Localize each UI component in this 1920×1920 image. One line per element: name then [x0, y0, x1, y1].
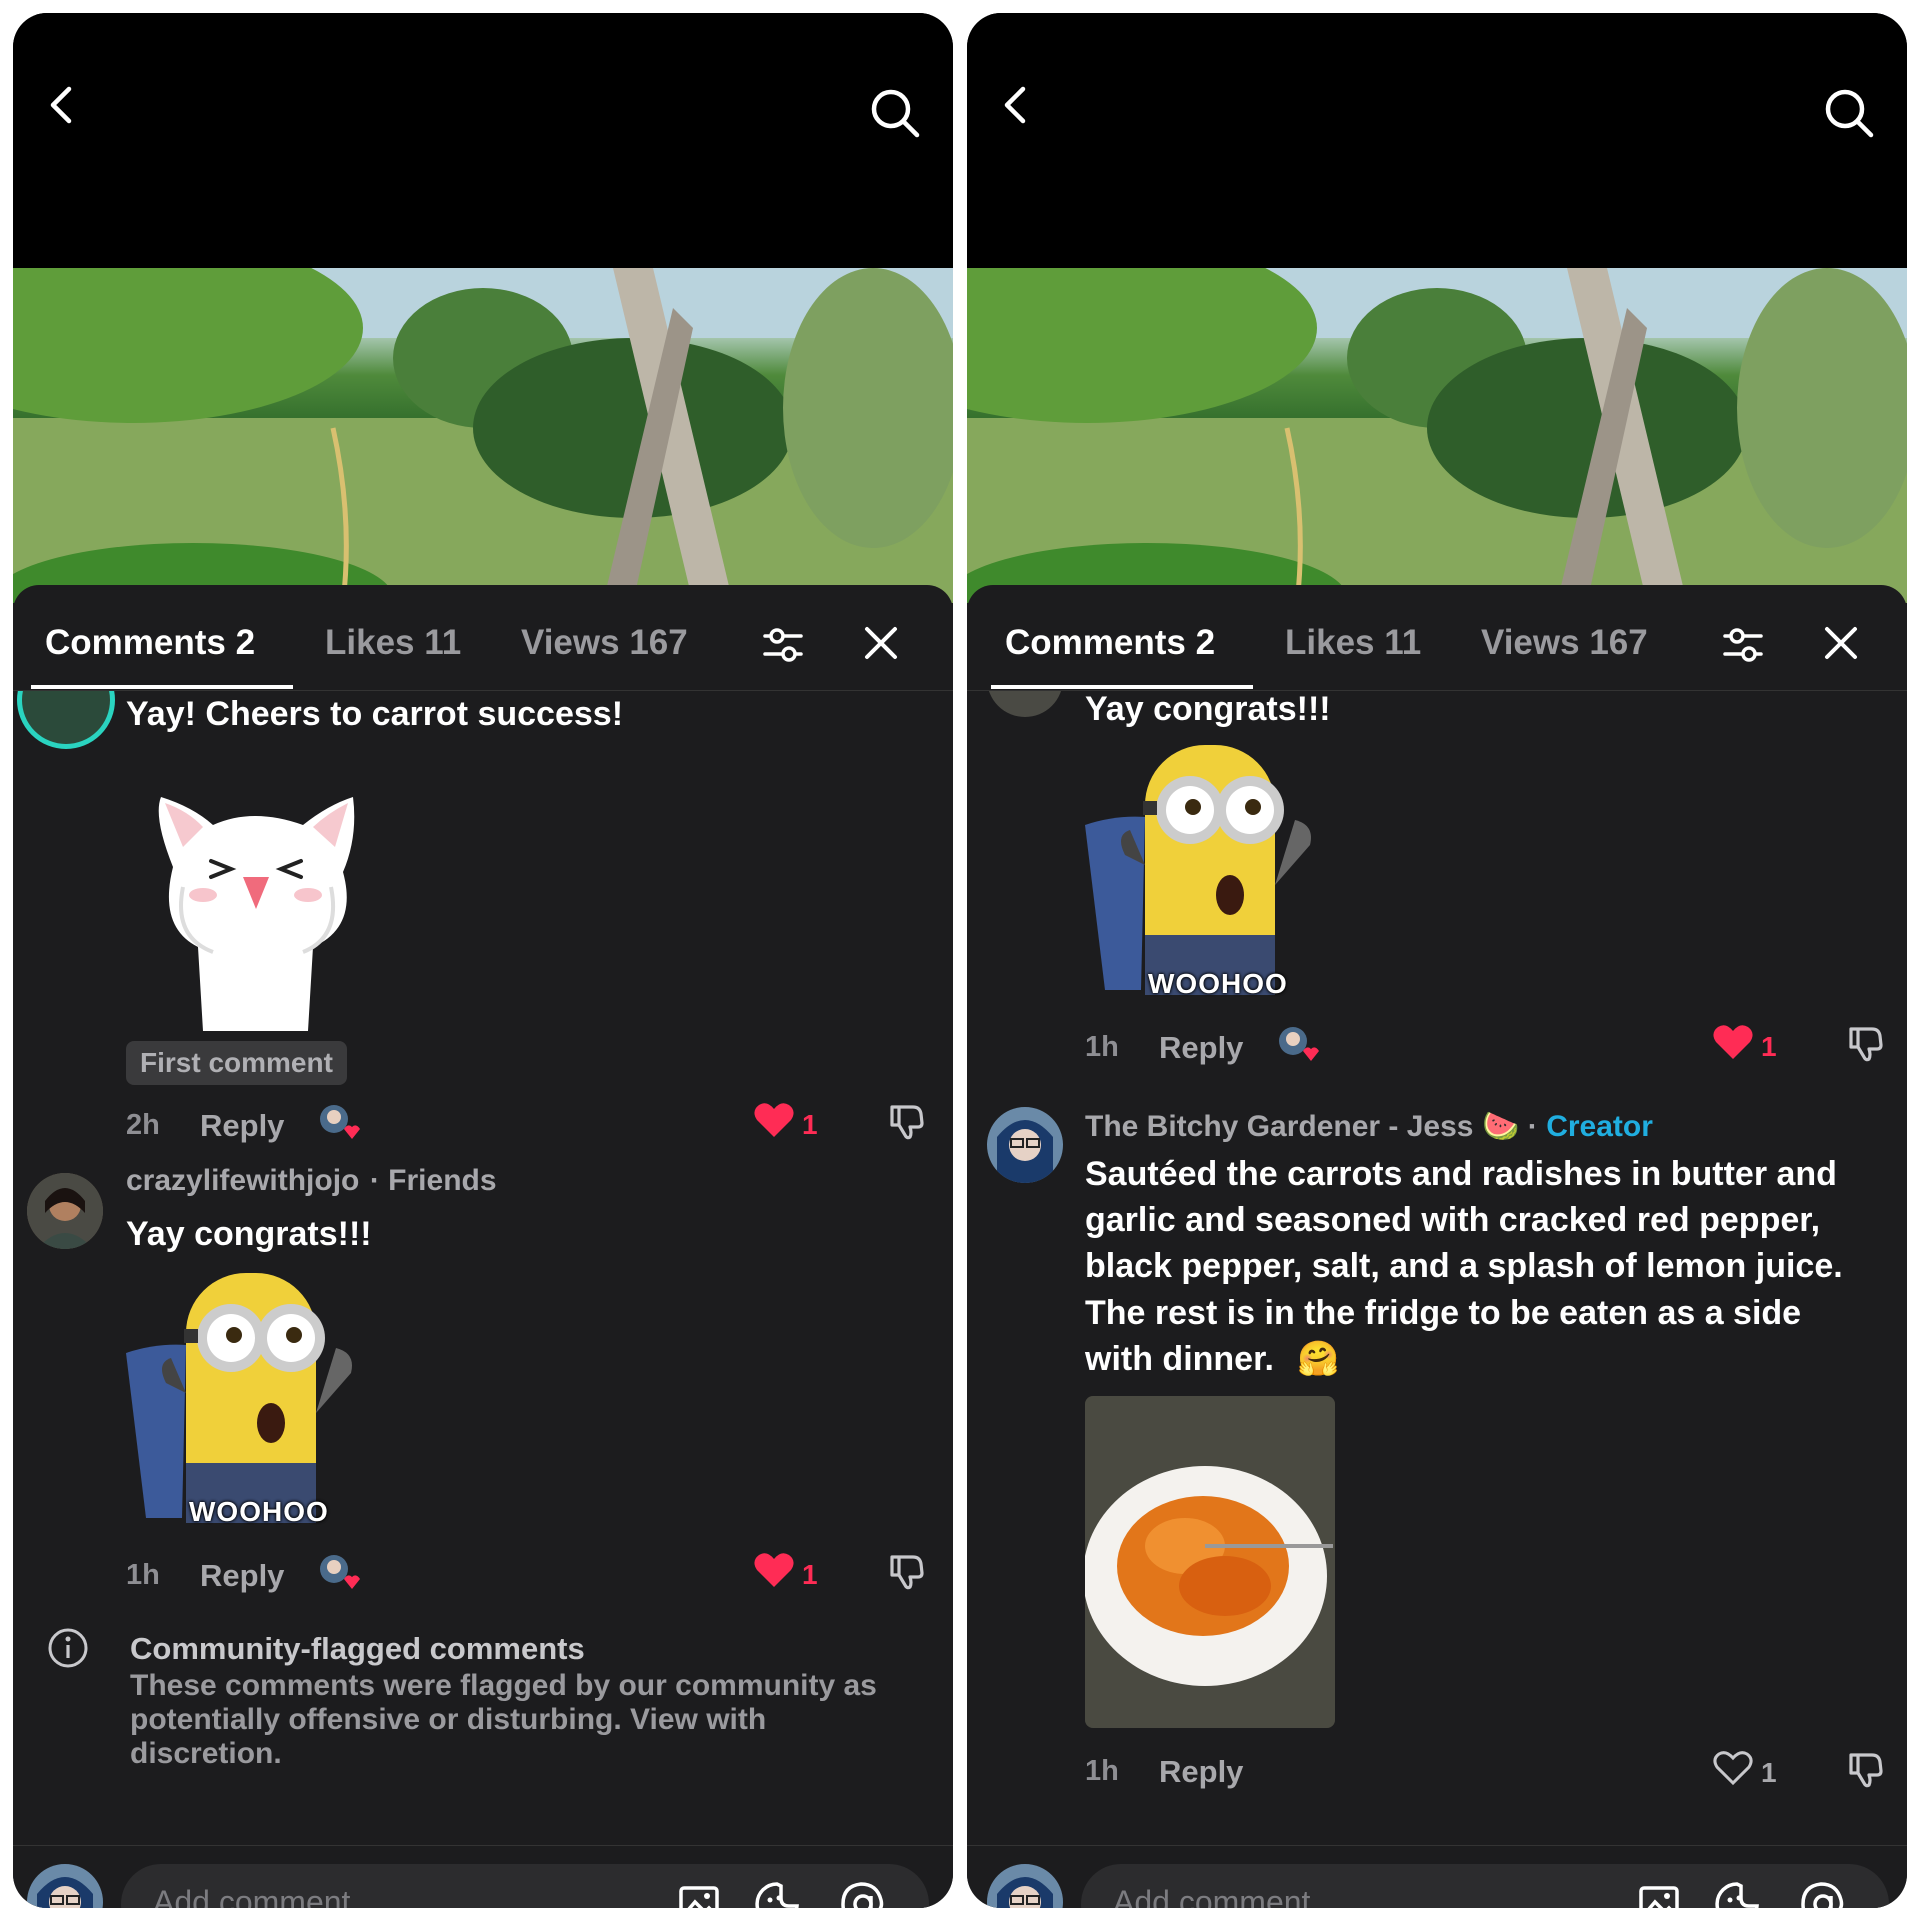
- search-icon[interactable]: [867, 85, 923, 141]
- sticker-caption: WOOHOO: [189, 1496, 329, 1527]
- tab-likes[interactable]: Likes 11: [325, 623, 461, 663]
- comment-header: crazylifewithjojo · Friends: [126, 1164, 497, 1198]
- reply-button[interactable]: Reply: [200, 1108, 284, 1144]
- dislike-icon[interactable]: [887, 1551, 927, 1591]
- heart-outline-icon[interactable]: [1712, 1749, 1754, 1787]
- like-count: 1: [802, 1559, 818, 1590]
- flagged-notice-line: discretion.: [130, 1737, 282, 1770]
- heart-icon[interactable]: [753, 1101, 795, 1139]
- comment-text-line: The rest is in the fridge to be eaten as…: [1085, 1294, 1802, 1332]
- comments-sheet: Comments 2 Likes 11 Views 167 Yay! Cheer…: [13, 585, 953, 1908]
- comment-time: 1h: [1085, 1755, 1119, 1787]
- comment-text-line: with dinner.: [1085, 1340, 1274, 1378]
- flagged-notice-line: potentially offensive or disturbing. Vie…: [130, 1703, 767, 1736]
- reply-button[interactable]: Reply: [1159, 1030, 1243, 1066]
- reply-button[interactable]: Reply: [200, 1558, 284, 1594]
- garden-scene: [967, 268, 1907, 603]
- comment-time: 1h: [1085, 1031, 1119, 1063]
- flagged-notice-line: These comments were flagged by our commu…: [130, 1669, 877, 1702]
- top-bar: [967, 13, 1907, 268]
- tab-comments[interactable]: Comments 2: [45, 623, 255, 663]
- close-icon[interactable]: [863, 625, 899, 661]
- active-tab-indicator: [31, 685, 293, 689]
- creator-label: Creator: [1546, 1110, 1653, 1143]
- comment-text-line: black pepper, salt, and a splash of lemo…: [1085, 1247, 1843, 1285]
- username-emoji: 🍉: [1481, 1110, 1520, 1143]
- creator-liked-icon: [320, 1105, 360, 1139]
- image-icon[interactable]: [677, 1882, 721, 1908]
- image-icon[interactable]: [1637, 1882, 1681, 1908]
- top-bar: [13, 13, 953, 268]
- minion-sticker: [126, 1273, 352, 1523]
- comment-text: Yay! Cheers to carrot success!: [126, 695, 624, 733]
- my-avatar: [27, 1864, 103, 1908]
- avatar[interactable]: [987, 691, 1063, 717]
- comment-time: 1h: [126, 1559, 160, 1591]
- search-icon[interactable]: [1821, 85, 1877, 141]
- comment-list: Yay congrats!!! WOOHOO 1h Reply 1 The Bi…: [967, 691, 1907, 1836]
- avatar[interactable]: [987, 1107, 1063, 1183]
- avatar[interactable]: [17, 691, 115, 749]
- like-count: 1: [802, 1109, 818, 1140]
- cat-sticker: [158, 797, 355, 1031]
- avatar[interactable]: [27, 1173, 103, 1249]
- like-count: 1: [1761, 1031, 1777, 1062]
- username[interactable]: crazylifewithjojo: [126, 1164, 359, 1197]
- comment-input[interactable]: Add comment...: [121, 1864, 929, 1908]
- dislike-icon[interactable]: [1846, 1023, 1886, 1063]
- comment-text: Yay congrats!!!: [1085, 691, 1331, 728]
- sticker-caption: WOOHOO: [1148, 968, 1288, 999]
- heart-icon[interactable]: [1712, 1023, 1754, 1061]
- hug-emoji: 🤗: [1297, 1340, 1340, 1378]
- comment-list: Yay! Cheers to carrot success! First com…: [13, 691, 953, 1836]
- close-icon[interactable]: [1823, 625, 1859, 661]
- right-screen: Comments 2 Likes 11 Views 167 Yay congra…: [967, 13, 1907, 1908]
- tab-likes[interactable]: Likes 11: [1285, 623, 1421, 663]
- comment-time: 2h: [126, 1109, 160, 1141]
- creator-liked-icon: [1279, 1027, 1319, 1061]
- minion-sticker: [1085, 745, 1311, 995]
- username[interactable]: The Bitchy Gardener - Jess: [1085, 1110, 1473, 1143]
- heart-icon[interactable]: [753, 1551, 795, 1589]
- mention-icon[interactable]: [1799, 1880, 1847, 1908]
- mention-icon[interactable]: [839, 1880, 887, 1908]
- comment-text-line: garlic and seasoned with cracked red pep…: [1085, 1201, 1821, 1239]
- tab-bar: Comments 2 Likes 11 Views 167: [967, 585, 1907, 691]
- relation-label: · Friends: [369, 1164, 497, 1197]
- active-tab-indicator: [991, 685, 1253, 689]
- comment-input-bar: Add comment...: [13, 1845, 953, 1908]
- tab-views[interactable]: Views 167: [521, 623, 688, 663]
- back-icon[interactable]: [43, 85, 83, 125]
- video-preview[interactable]: [967, 268, 1907, 603]
- like-count: 1: [1761, 1757, 1777, 1788]
- emoji-icon[interactable]: [1713, 1880, 1761, 1908]
- dislike-icon[interactable]: [887, 1101, 927, 1141]
- comment-input-placeholder: Add comment...: [1113, 1884, 1338, 1908]
- tab-comments[interactable]: Comments 2: [1005, 623, 1215, 663]
- comment-input-placeholder: Add comment...: [153, 1884, 378, 1908]
- my-avatar: [987, 1864, 1063, 1908]
- left-screen: Comments 2 Likes 11 Views 167 Yay! Cheer…: [13, 13, 953, 1908]
- comment-text: Yay congrats!!!: [126, 1215, 372, 1253]
- emoji-icon[interactable]: [753, 1880, 801, 1908]
- info-icon: [48, 1628, 88, 1668]
- food-photo[interactable]: [1085, 1396, 1335, 1728]
- creator-liked-icon: [320, 1555, 360, 1589]
- comment-input-bar: Add comment...: [967, 1845, 1907, 1908]
- back-icon[interactable]: [997, 85, 1037, 125]
- comment-header: The Bitchy Gardener - Jess 🍉 · Creator: [1085, 1110, 1653, 1143]
- filter-icon[interactable]: [761, 623, 805, 667]
- video-preview[interactable]: [13, 268, 953, 603]
- first-comment-badge: First comment: [126, 1041, 347, 1085]
- tab-bar: Comments 2 Likes 11 Views 167: [13, 585, 953, 691]
- flagged-notice-title[interactable]: Community-flagged comments: [130, 1631, 585, 1667]
- comment-input[interactable]: Add comment...: [1081, 1864, 1889, 1908]
- reply-button[interactable]: Reply: [1159, 1754, 1243, 1790]
- comment-text-line: Sautéed the carrots and radishes in butt…: [1085, 1155, 1837, 1193]
- tab-views[interactable]: Views 167: [1481, 623, 1648, 663]
- garden-scene: [13, 268, 953, 603]
- comments-sheet: Comments 2 Likes 11 Views 167 Yay congra…: [967, 585, 1907, 1908]
- filter-icon[interactable]: [1721, 623, 1765, 667]
- dislike-icon[interactable]: [1846, 1749, 1886, 1789]
